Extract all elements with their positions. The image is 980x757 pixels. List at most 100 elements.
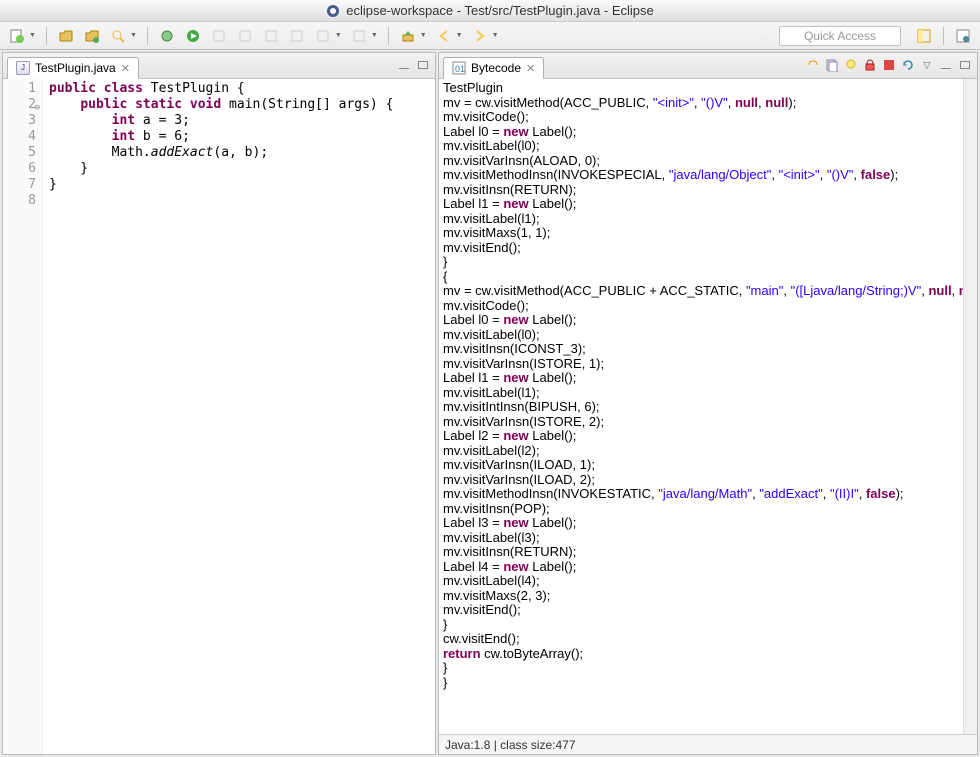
bytecode-line: mv.visitEnd();: [443, 603, 959, 618]
bytecode-pane: 01 Bytecode ✕ ▽ TestPluginmv = cw.visitM…: [438, 52, 978, 755]
bytecode-line: mv.visitCode();: [443, 110, 959, 125]
tool-button[interactable]: [286, 25, 308, 47]
perspective-button[interactable]: [913, 25, 935, 47]
bytecode-line: }: [443, 255, 959, 270]
bytecode-statusbar: Java:1.8 | class size:477: [439, 734, 977, 754]
bytecode-line: mv.visitLabel(l0);: [443, 328, 959, 343]
view-menu-button[interactable]: ▽: [919, 57, 935, 73]
bytecode-line: {: [443, 270, 959, 285]
bytecode-line: mv.visitLabel(l4);: [443, 574, 959, 589]
code-line[interactable]: public class TestPlugin {: [49, 81, 429, 97]
status-text: Java:1.8 | class size:477: [445, 738, 576, 752]
line-number: 3: [3, 113, 36, 129]
tab-testplugin-java[interactable]: J TestPlugin.java ✕: [7, 57, 139, 79]
window-titlebar: eclipse-workspace - Test/src/TestPlugin.…: [0, 0, 980, 22]
bytecode-line: mv.visitVarInsn(ISTORE, 1);: [443, 357, 959, 372]
copy-button[interactable]: [824, 57, 840, 73]
code-line[interactable]: }: [49, 161, 429, 177]
line-number: 7: [3, 177, 36, 193]
dropdown-icon[interactable]: ▼: [335, 32, 342, 39]
java-perspective-button[interactable]: [952, 25, 974, 47]
editor-tabrow: J TestPlugin.java ✕: [3, 53, 435, 79]
bytecode-line: mv.visitInsn(ICONST_3);: [443, 342, 959, 357]
line-number: 2⊖: [3, 97, 36, 113]
scrollbar[interactable]: [963, 79, 977, 734]
bytecode-line: mv.visitLabel(l1);: [443, 386, 959, 401]
bytecode-line: mv.visitLabel(l3);: [443, 531, 959, 546]
bytecode-header: TestPlugin: [443, 81, 959, 96]
bytecode-tabrow: 01 Bytecode ✕ ▽: [439, 53, 977, 79]
bytecode-line: Label l0 = new Label();: [443, 313, 959, 328]
bytecode-line: mv.visitEnd();: [443, 241, 959, 256]
maximize-button[interactable]: [957, 57, 973, 73]
bulb-button[interactable]: [843, 57, 859, 73]
maximize-button[interactable]: [415, 57, 431, 73]
forward-button[interactable]: [469, 25, 491, 47]
bytecode-line: mv = cw.visitMethod(ACC_PUBLIC + ACC_STA…: [443, 284, 959, 299]
dropdown-icon[interactable]: ▼: [29, 32, 36, 39]
dropdown-icon[interactable]: ▼: [371, 32, 378, 39]
new-button[interactable]: [6, 25, 28, 47]
dropdown-icon[interactable]: ▼: [456, 32, 463, 39]
refresh-button[interactable]: [900, 57, 916, 73]
debug-button[interactable]: [156, 25, 178, 47]
minimize-button[interactable]: [938, 57, 954, 73]
bytecode-line: mv.visitVarInsn(ILOAD, 1);: [443, 458, 959, 473]
code-line[interactable]: Math.addExact(a, b);: [49, 145, 429, 161]
eclipse-icon: [326, 4, 340, 18]
workspace: J TestPlugin.java ✕ 12⊖345678 public cla…: [0, 50, 980, 757]
bytecode-line: mv.visitLabel(l0);: [443, 139, 959, 154]
quick-access-input[interactable]: Quick Access: [779, 26, 901, 46]
lock-button[interactable]: [862, 57, 878, 73]
bytecode-line: mv.visitMethodInsn(INVOKESTATIC, "java/l…: [443, 487, 959, 502]
tab-bytecode[interactable]: 01 Bytecode ✕: [443, 57, 544, 79]
coverage-button[interactable]: [208, 25, 230, 47]
line-number: 8: [3, 193, 36, 209]
bytecode-line: }: [443, 618, 959, 633]
bytecode-line: mv = cw.visitMethod(ACC_PUBLIC, "<init>"…: [443, 96, 959, 111]
dropdown-icon[interactable]: ▼: [492, 32, 499, 39]
code-area[interactable]: public class TestPlugin { public static …: [43, 79, 435, 754]
bytecode-line: mv.visitMaxs(2, 3);: [443, 589, 959, 604]
bytecode-icon: 01: [452, 61, 466, 75]
line-number: 6: [3, 161, 36, 177]
code-line[interactable]: int b = 6;: [49, 129, 429, 145]
code-line[interactable]: int a = 3;: [49, 113, 429, 129]
bytecode-line: mv.visitIntInsn(BIPUSH, 6);: [443, 400, 959, 415]
bytecode-view[interactable]: TestPluginmv = cw.visitMethod(ACC_PUBLIC…: [439, 79, 963, 734]
bytecode-line: mv.visitVarInsn(ILOAD, 2);: [443, 473, 959, 488]
line-number: 4: [3, 129, 36, 145]
bytecode-line: mv.visitLabel(l2);: [443, 444, 959, 459]
tool-button[interactable]: [260, 25, 282, 47]
build-button[interactable]: [397, 25, 419, 47]
tab-label: TestPlugin.java: [35, 61, 116, 75]
bytecode-line: mv.visitMaxs(1, 1);: [443, 226, 959, 241]
close-icon[interactable]: ✕: [121, 62, 130, 75]
link-button[interactable]: [805, 57, 821, 73]
bytecode-line: Label l2 = new Label();: [443, 429, 959, 444]
tool-button[interactable]: [312, 25, 334, 47]
dropdown-icon[interactable]: ▼: [130, 32, 137, 39]
run-button[interactable]: [182, 25, 204, 47]
code-line[interactable]: public static void main(String[] args) {: [49, 97, 429, 113]
bytecode-line: }: [443, 661, 959, 676]
dropdown-icon[interactable]: ▼: [420, 32, 427, 39]
svg-text:01: 01: [455, 64, 465, 74]
open-button[interactable]: [55, 25, 77, 47]
bytecode-line: mv.visitInsn(POP);: [443, 502, 959, 517]
bytecode-line: Label l1 = new Label();: [443, 371, 959, 386]
minimize-button[interactable]: [396, 57, 412, 73]
java-editor[interactable]: 12⊖345678 public class TestPlugin { publ…: [3, 79, 435, 754]
stop-button[interactable]: [881, 57, 897, 73]
back-button[interactable]: [433, 25, 455, 47]
bytecode-line: return cw.toByteArray();: [443, 647, 959, 662]
code-line[interactable]: }: [49, 177, 429, 193]
bytecode-line: Label l3 = new Label();: [443, 516, 959, 531]
tool-button[interactable]: [348, 25, 370, 47]
line-number: 1: [3, 81, 36, 97]
close-icon[interactable]: ✕: [526, 62, 535, 75]
open-type-button[interactable]: [81, 25, 103, 47]
tool-button[interactable]: [234, 25, 256, 47]
bytecode-line: mv.visitInsn(RETURN);: [443, 545, 959, 560]
search-button[interactable]: [107, 25, 129, 47]
